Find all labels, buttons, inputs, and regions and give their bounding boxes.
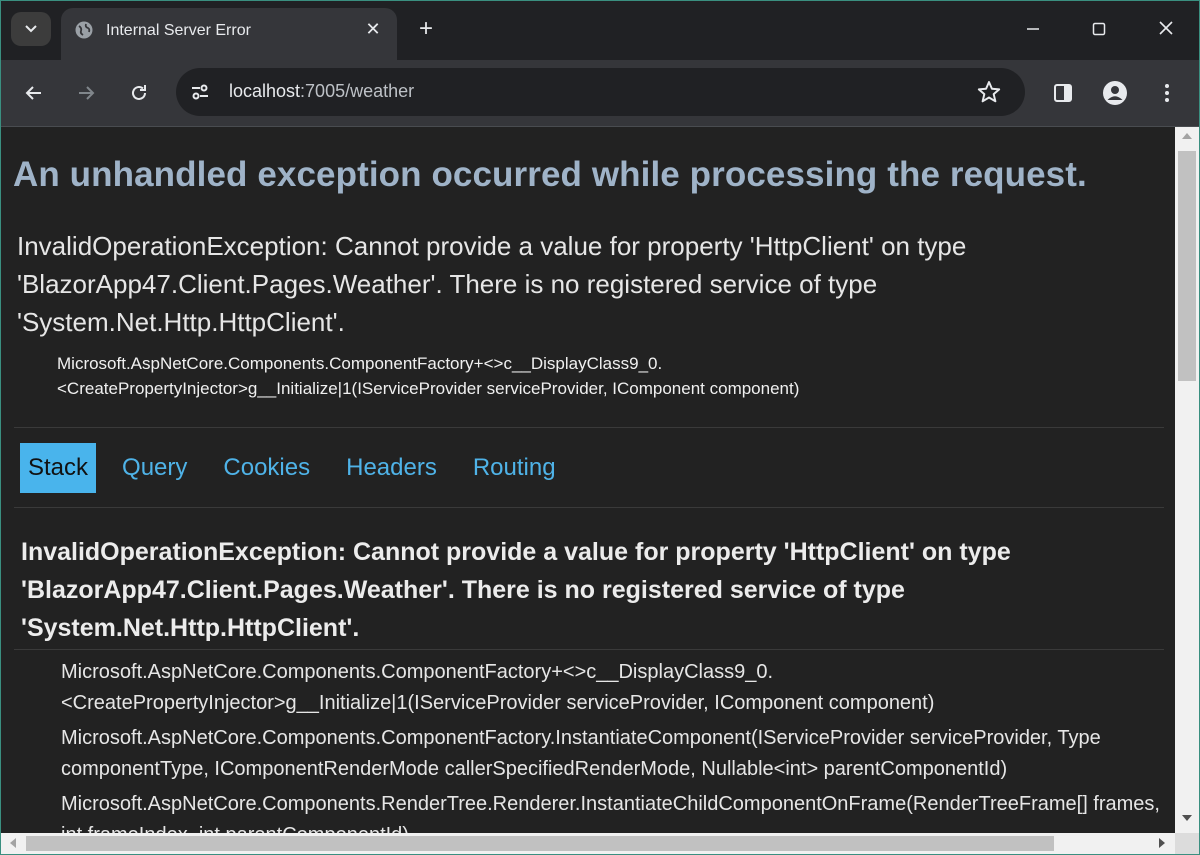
tab-search-icon[interactable] (11, 12, 51, 46)
detail-tabs: Stack Query Cookies Headers Routing (20, 443, 580, 493)
close-window-icon[interactable] (1143, 14, 1189, 46)
maximize-icon[interactable] (1076, 14, 1122, 46)
tab-cookies[interactable]: Cookies (211, 443, 322, 493)
page-viewport: An unhandled exception occurred while pr… (1, 127, 1175, 833)
error-location: Microsoft.AspNetCore.Components.Componen… (57, 351, 1057, 401)
horizontal-scroll-thumb[interactable] (26, 836, 1054, 851)
kebab-menu-icon[interactable] (1152, 78, 1182, 108)
location-line-2: <CreatePropertyInjector>g__Initialize|1(… (57, 379, 800, 398)
scroll-right-icon[interactable] (1159, 838, 1165, 848)
page-title: An unhandled exception occurred while pr… (13, 155, 1087, 194)
stack-frame[interactable]: Microsoft.AspNetCore.Components.RenderTr… (61, 789, 1171, 833)
profile-icon[interactable] (1100, 78, 1130, 108)
stack-frame[interactable]: Microsoft.AspNetCore.Components.Componen… (61, 723, 1171, 785)
stack-frames: Microsoft.AspNetCore.Components.Componen… (61, 657, 1171, 833)
site-info-icon[interactable] (188, 80, 212, 104)
browser-toolbar: localhost:7005/weather (0, 60, 1200, 126)
location-line-1: Microsoft.AspNetCore.Components.Componen… (57, 354, 663, 373)
reload-icon[interactable] (121, 75, 157, 111)
scroll-down-icon[interactable] (1182, 815, 1192, 821)
active-tab[interactable]: Internal Server Error ✕ (61, 8, 397, 60)
divider (14, 649, 1164, 650)
url-path: :7005/weather (300, 81, 415, 101)
url-text[interactable]: localhost:7005/weather (229, 81, 414, 102)
scrollbar-corner (1175, 833, 1199, 854)
tab-headers[interactable]: Headers (334, 443, 449, 493)
tab-strip: Internal Server Error ✕ + (0, 0, 1200, 60)
new-tab-button[interactable]: + (410, 14, 442, 46)
error-title: InvalidOperationException: Cannot provid… (17, 231, 967, 337)
url-host: localhost (229, 81, 301, 101)
tab-query[interactable]: Query (110, 443, 199, 493)
tab-stack[interactable]: Stack (20, 443, 97, 493)
star-icon[interactable] (976, 79, 1002, 105)
side-panel-icon[interactable] (1048, 78, 1078, 108)
address-bar[interactable]: localhost:7005/weather (176, 68, 1025, 116)
tab-title: Internal Server Error (106, 22, 251, 39)
horizontal-scrollbar[interactable] (1, 833, 1175, 854)
forward-arrow-icon[interactable] (68, 75, 104, 111)
tab-routing[interactable]: Routing (461, 443, 568, 493)
back-arrow-icon[interactable] (16, 75, 52, 111)
stack-frame[interactable]: Microsoft.AspNetCore.Components.Componen… (61, 657, 1171, 719)
divider (14, 507, 1164, 508)
divider (14, 427, 1164, 428)
minimize-icon[interactable] (1010, 14, 1056, 46)
close-icon[interactable]: ✕ (361, 17, 385, 41)
scroll-left-icon[interactable] (10, 838, 16, 848)
globe-icon (74, 20, 94, 40)
stack-exception-heading: InvalidOperationException: Cannot provid… (21, 538, 1011, 642)
browser-window: Internal Server Error ✕ + localhost:7005… (0, 0, 1200, 855)
scroll-up-icon[interactable] (1182, 133, 1192, 139)
vertical-scrollbar[interactable] (1175, 127, 1199, 833)
vertical-scroll-thumb[interactable] (1178, 151, 1196, 381)
